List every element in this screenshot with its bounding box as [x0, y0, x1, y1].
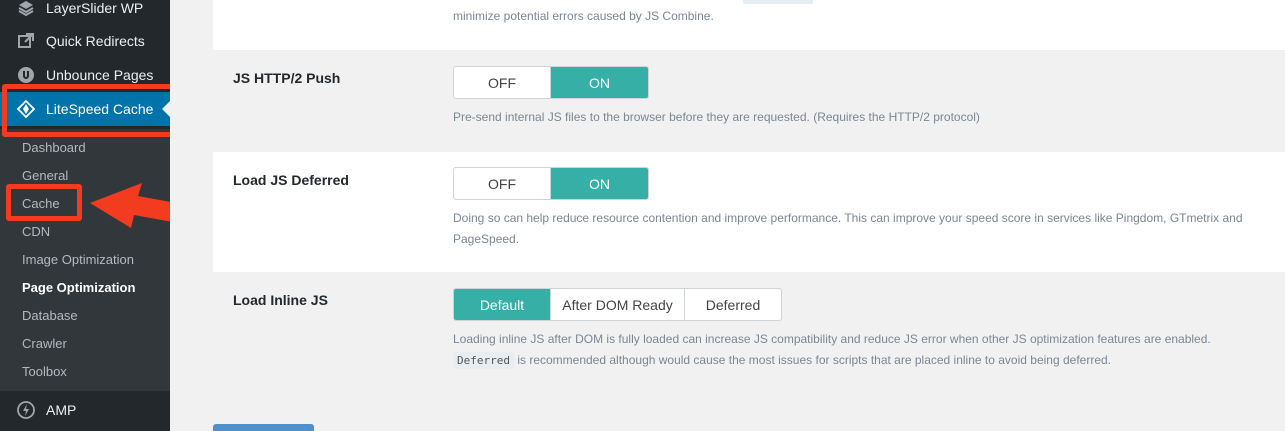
load-inline-js-selector: Default After DOM Ready Deferred [453, 288, 782, 321]
submenu-page-optimization[interactable]: Page Optimization [22, 280, 135, 295]
setting-row-js-http2-push: JS HTTP/2 Push OFF ON Pre-send internal … [213, 50, 1285, 152]
setting-label: JS HTTP/2 Push [233, 70, 341, 86]
on-option[interactable]: ON [551, 168, 648, 199]
description-line: Deferred is recommended although would c… [453, 350, 1211, 371]
setting-row-load-js-deferred: Load JS Deferred OFF ON Doing so can hel… [213, 152, 1285, 272]
setting-row-js-combine: minimize potential errors caused by JS C… [213, 0, 1285, 50]
amp-bolt-icon [16, 400, 36, 420]
save-changes-button[interactable] [213, 424, 314, 431]
description-line: Loading inline JS after DOM is fully loa… [453, 332, 1211, 346]
setting-description: Loading inline JS after DOM is fully loa… [453, 329, 1211, 371]
setting-label: Load Inline JS [233, 292, 328, 308]
setting-description: Pre-send internal JS files to the browse… [453, 110, 980, 124]
js-http2-push-toggle: OFF ON [453, 66, 649, 99]
load-js-deferred-toggle: OFF ON [453, 167, 649, 200]
submenu-toolbox[interactable]: Toolbox [22, 364, 67, 379]
menu-label: AMP [46, 402, 77, 418]
setting-label: Load JS Deferred [233, 172, 349, 188]
settings-panel: minimize potential errors caused by JS C… [170, 0, 1285, 431]
code-chip [743, 0, 813, 4]
deferred-option[interactable]: Deferred [685, 289, 781, 320]
after-dom-ready-option[interactable]: After DOM Ready [551, 289, 685, 320]
submenu-crawler[interactable]: Crawler [22, 336, 67, 351]
default-option[interactable]: Default [454, 289, 551, 320]
setting-description: minimize potential errors caused by JS C… [453, 9, 714, 23]
description-text: is recommended although would cause the … [517, 353, 1111, 367]
menu-item-amp[interactable]: AMP [0, 393, 170, 427]
code-chip: Deferred [453, 352, 514, 369]
setting-row-load-inline-js: Load Inline JS Default After DOM Ready D… [213, 272, 1285, 392]
description-line: Doing so can help reduce resource conten… [453, 211, 1243, 225]
on-option[interactable]: ON [551, 67, 648, 98]
description-line: PageSpeed. [453, 232, 520, 246]
off-option[interactable]: OFF [454, 67, 551, 98]
submenu-database[interactable]: Database [22, 308, 78, 323]
off-option[interactable]: OFF [454, 168, 551, 199]
setting-description: Doing so can help reduce resource conten… [453, 208, 1243, 250]
